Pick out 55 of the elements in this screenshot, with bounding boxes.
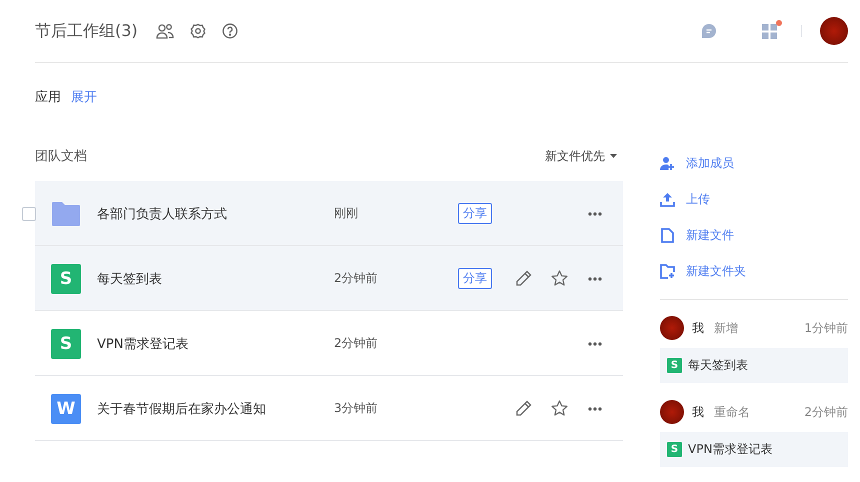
user-avatar [660, 400, 684, 424]
add-folder-icon [660, 264, 675, 278]
file-name: 每天签到表 [688, 357, 748, 374]
apps-label: 应用 [35, 89, 61, 106]
activity-action: 新增 [714, 320, 738, 336]
activity-time: 1分钟前 [804, 320, 848, 336]
document-icon: W [51, 394, 81, 424]
sidebar-action[interactable]: 上传 [660, 181, 848, 217]
more-icon[interactable] [588, 276, 602, 280]
modified-time: 刚刚 [334, 205, 359, 222]
settings-icon[interactable] [190, 23, 206, 39]
spreadsheet-icon: S [51, 328, 81, 358]
modified-time: 3分钟前 [334, 400, 379, 417]
spreadsheet-icon: S [51, 264, 81, 294]
file-name: 关于春节假期后在家办公通知 [97, 400, 267, 418]
folder-icon [51, 200, 81, 226]
share-button[interactable]: 分享 [458, 203, 492, 224]
add-person-icon [660, 156, 675, 170]
sidebar-action[interactable]: 添加成员 [660, 145, 848, 181]
members-icon[interactable] [156, 23, 174, 39]
star-icon[interactable] [550, 400, 568, 417]
activity-time: 2分钟前 [804, 404, 848, 420]
activity-user: 我 [692, 404, 704, 420]
modified-time: 2分钟前 [334, 270, 379, 287]
more-icon[interactable] [588, 406, 602, 410]
star-icon[interactable] [550, 270, 568, 287]
spreadsheet-icon: S [667, 442, 682, 457]
file-name: 各部门负责人联系方式 [97, 206, 228, 222]
section-title: 团队文档 [35, 148, 87, 165]
spreadsheet-icon: S [667, 358, 682, 373]
activity-file-card[interactable]: S 每天签到表 [660, 348, 848, 383]
caret-icon [610, 154, 617, 158]
upload-icon [660, 192, 675, 206]
sidebar-action[interactable]: 新建文件 [660, 217, 848, 253]
file-name: 每天签到表 [97, 270, 163, 288]
file-icon [660, 228, 675, 242]
activity-user: 我 [692, 320, 704, 336]
group-title: 节后工作组(3) [35, 20, 138, 42]
activity-file-card[interactable]: S VPN需求登记表 [660, 432, 848, 467]
pencil-icon[interactable] [514, 270, 532, 287]
sort-dropdown[interactable]: 新文件优先 [545, 148, 623, 164]
user-avatar[interactable] [820, 17, 848, 45]
pencil-icon[interactable] [514, 400, 532, 417]
expand-link[interactable]: 展开 [71, 88, 97, 106]
share-button[interactable]: 分享 [458, 268, 492, 289]
modified-time: 2分钟前 [334, 335, 379, 352]
sidebar-action[interactable]: 新建文件夹 [660, 253, 848, 289]
help-icon[interactable] [222, 23, 238, 39]
file-name: VPN需求登记表 [688, 441, 772, 458]
file-name: VPN需求登记表 [97, 336, 190, 352]
user-avatar [660, 316, 684, 340]
activity-action: 重命名 [714, 404, 750, 420]
more-icon[interactable] [588, 342, 602, 346]
row-checkbox[interactable] [22, 206, 36, 220]
more-icon[interactable] [588, 212, 602, 216]
